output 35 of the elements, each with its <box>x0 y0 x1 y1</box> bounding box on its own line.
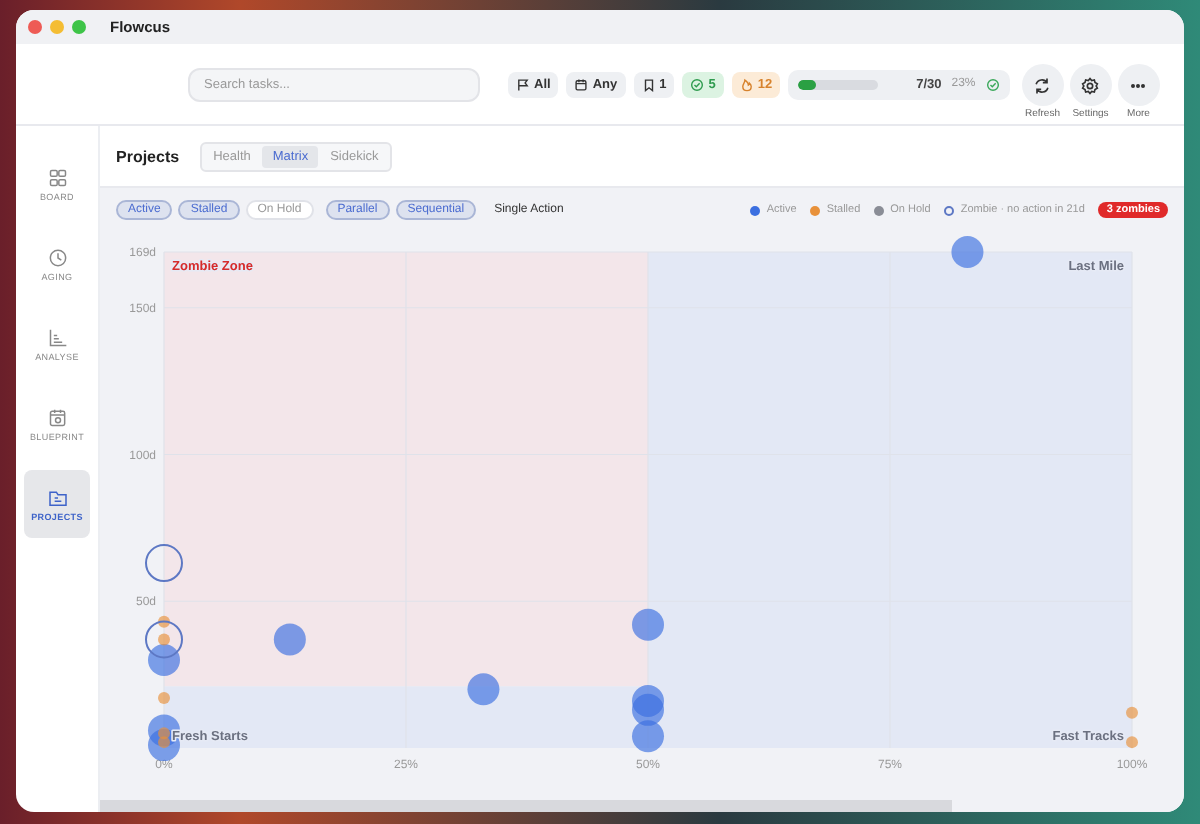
flame-icon <box>739 77 754 91</box>
flag-icon <box>516 77 530 91</box>
data-point[interactable] <box>158 692 170 705</box>
maximize-button[interactable] <box>72 20 86 34</box>
clock-icon <box>47 247 67 267</box>
data-point[interactable] <box>951 236 984 268</box>
data-point[interactable] <box>467 673 500 706</box>
data-point[interactable] <box>1126 706 1138 719</box>
refresh-icon <box>1032 75 1053 95</box>
settings-button[interactable] <box>1069 64 1112 106</box>
minimize-button[interactable] <box>50 20 64 34</box>
data-point[interactable] <box>145 544 183 583</box>
refresh-button[interactable] <box>1021 64 1064 106</box>
check-circle-icon <box>985 77 1000 91</box>
page-title: Projects <box>116 147 180 165</box>
data-point[interactable] <box>273 623 306 656</box>
grid-icon <box>47 167 67 187</box>
data-point[interactable] <box>148 643 180 676</box>
bookmark-icon <box>641 77 656 91</box>
calendar-gear-icon <box>47 407 67 427</box>
data-point[interactable] <box>145 620 183 659</box>
folder-icon <box>47 487 67 507</box>
settings-icon <box>1080 75 1101 95</box>
data-point[interactable] <box>158 633 170 646</box>
data-point[interactable] <box>632 720 664 753</box>
data-point[interactable] <box>1126 736 1138 749</box>
chart-icon <box>47 327 67 347</box>
close-button[interactable] <box>28 20 42 34</box>
calendar-icon <box>574 77 589 91</box>
data-point[interactable] <box>158 615 170 628</box>
data-point[interactable] <box>632 693 664 726</box>
progress-bar <box>798 79 879 89</box>
scrollbar-thumb[interactable] <box>100 800 952 812</box>
done-icon <box>690 77 705 91</box>
data-point[interactable] <box>632 608 664 641</box>
